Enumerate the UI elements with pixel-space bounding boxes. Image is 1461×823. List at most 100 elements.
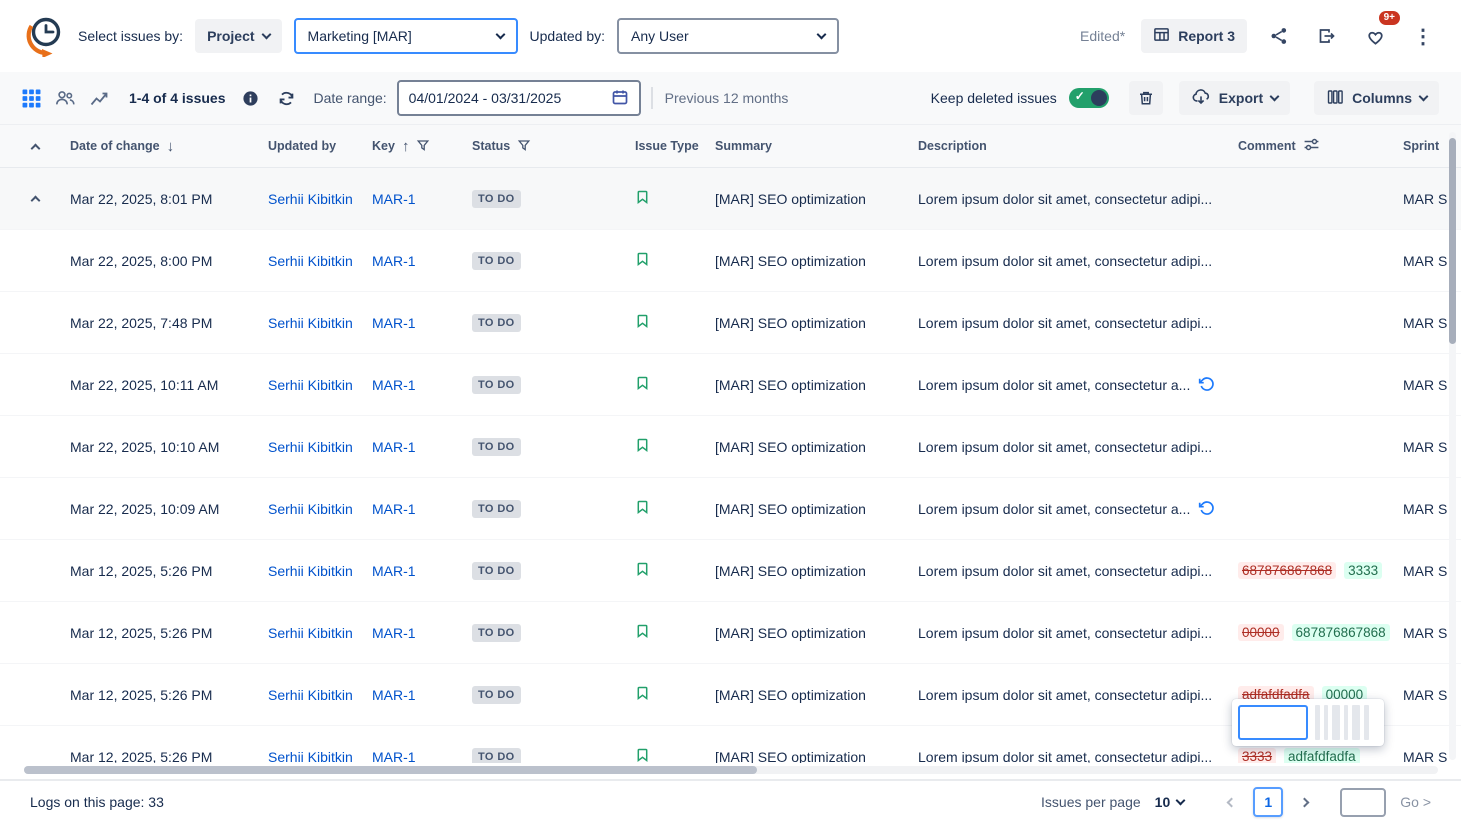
date-range-hint: Previous 12 months [651, 87, 789, 109]
drag-preview-bars [1315, 705, 1369, 740]
collapse-all-icon[interactable] [30, 143, 40, 151]
comment-added-text: 3333 [1344, 562, 1382, 579]
vertical-scrollbar-thumb[interactable] [1449, 138, 1456, 344]
updated-by-link[interactable]: Serhii Kibitkin [268, 315, 353, 331]
summary-text: [MAR] SEO optimization [715, 253, 918, 269]
table-row[interactable]: Mar 22, 2025, 7:48 PM Serhii Kibitkin MA… [0, 292, 1461, 354]
notification-badge: 9+ [1379, 11, 1400, 25]
more-menu-icon[interactable]: ⋮ [1407, 24, 1439, 49]
status-badge: TO DO [472, 376, 521, 394]
issue-key-link[interactable]: MAR-1 [372, 253, 416, 269]
date-range-input[interactable]: 04/01/2024 - 03/31/2025 [397, 80, 641, 116]
sort-desc-icon[interactable]: ↓ [167, 138, 175, 155]
date-range-label: Date range: [314, 90, 387, 106]
issue-key-link[interactable]: MAR-1 [372, 315, 416, 331]
updated-by-link[interactable]: Serhii Kibitkin [268, 377, 353, 393]
table-body: Mar 22, 2025, 8:01 PM Serhii Kibitkin MA… [0, 168, 1461, 763]
project-select[interactable]: Marketing [MAR] [294, 18, 518, 54]
issue-key-link[interactable]: MAR-1 [372, 749, 416, 764]
table-report-icon [1153, 26, 1170, 46]
chevron-down-icon [1419, 91, 1429, 101]
export-button[interactable]: Export [1179, 81, 1290, 115]
story-type-icon [635, 313, 650, 332]
chart-view-icon[interactable] [89, 88, 109, 108]
table-row[interactable]: Mar 22, 2025, 8:01 PM Serhii Kibitkin MA… [0, 168, 1461, 230]
logs-count-label: Logs on this page: 33 [30, 794, 164, 810]
issue-key-link[interactable]: MAR-1 [372, 501, 416, 517]
table-row[interactable]: Mar 22, 2025, 8:00 PM Serhii Kibitkin MA… [0, 230, 1461, 292]
sort-asc-icon[interactable]: ↑ [402, 138, 410, 155]
story-type-icon [635, 499, 650, 518]
share-icon[interactable] [1263, 20, 1295, 52]
columns-button[interactable]: Columns [1314, 81, 1439, 115]
issue-key-link[interactable]: MAR-1 [372, 191, 416, 207]
description-text: Lorem ipsum dolor sit amet, consectetur … [918, 315, 1212, 331]
summary-text: [MAR] SEO optimization [715, 377, 918, 393]
issue-key-link[interactable]: MAR-1 [372, 377, 416, 393]
table-row[interactable]: Mar 12, 2025, 5:26 PM Serhii Kibitkin MA… [0, 602, 1461, 664]
app-logo-icon [22, 13, 66, 60]
filter-funnel-icon[interactable] [416, 138, 430, 155]
export-report-icon[interactable] [1311, 20, 1343, 52]
vertical-scrollbar [1449, 132, 1456, 760]
restore-icon[interactable] [1198, 499, 1215, 519]
delete-button[interactable] [1129, 81, 1163, 115]
horizontal-scrollbar-thumb[interactable] [24, 766, 757, 774]
comment-added-text: adfafdfadfa [1284, 748, 1360, 763]
description-text: Lorem ipsum dolor sit amet, consectetur … [918, 501, 1190, 517]
table-row[interactable]: Mar 22, 2025, 10:11 AM Serhii Kibitkin M… [0, 354, 1461, 416]
keep-deleted-label: Keep deleted issues [931, 90, 1057, 106]
updated-by-link[interactable]: Serhii Kibitkin [268, 501, 353, 517]
refresh-icon[interactable] [277, 89, 296, 108]
comment-filter-settings-icon[interactable] [1303, 136, 1320, 156]
issue-key-link[interactable]: MAR-1 [372, 687, 416, 703]
column-issue-type: Issue Type [635, 139, 715, 153]
info-icon[interactable] [242, 90, 259, 107]
table-row[interactable]: Mar 12, 2025, 5:26 PM Serhii Kibitkin MA… [0, 540, 1461, 602]
table-row[interactable]: Mar 22, 2025, 10:10 AM Serhii Kibitkin M… [0, 416, 1461, 478]
keep-deleted-toggle[interactable]: ✓ [1069, 88, 1109, 108]
drag-preview-selected-box [1238, 705, 1308, 740]
prev-page-button[interactable] [1224, 795, 1239, 810]
collapse-row-icon[interactable] [30, 196, 40, 204]
current-page-button[interactable]: 1 [1253, 787, 1283, 817]
story-type-icon [635, 189, 650, 208]
next-page-button[interactable] [1297, 795, 1312, 810]
filter-funnel-icon[interactable] [517, 138, 531, 155]
description-text: Lorem ipsum dolor sit amet, consectetur … [918, 687, 1212, 703]
favorites-heart-icon[interactable]: 9+ [1359, 20, 1391, 52]
updated-by-link[interactable]: Serhii Kibitkin [268, 439, 353, 455]
description-text: Lorem ipsum dolor sit amet, consectetur … [918, 625, 1212, 641]
select-by-project-button[interactable]: Project [195, 19, 281, 53]
calendar-icon[interactable] [611, 88, 629, 109]
table-row[interactable]: Mar 22, 2025, 10:09 AM Serhii Kibitkin M… [0, 478, 1461, 540]
column-comment: Comment [1238, 136, 1403, 156]
updated-by-link[interactable]: Serhii Kibitkin [268, 749, 353, 764]
issue-key-link[interactable]: MAR-1 [372, 625, 416, 641]
issue-key-link[interactable]: MAR-1 [372, 439, 416, 455]
summary-text: [MAR] SEO optimization [715, 501, 918, 517]
change-date: Mar 22, 2025, 10:10 AM [70, 439, 268, 455]
go-to-page-button[interactable]: Go > [1400, 794, 1431, 810]
status-badge: TO DO [472, 252, 521, 270]
updated-by-link[interactable]: Serhii Kibitkin [268, 191, 353, 207]
updated-by-link[interactable]: Serhii Kibitkin [268, 253, 353, 269]
user-select[interactable]: Any User [617, 18, 839, 54]
users-view-icon[interactable] [55, 88, 75, 108]
summary-text: [MAR] SEO optimization [715, 749, 918, 764]
issue-key-link[interactable]: MAR-1 [372, 563, 416, 579]
restore-icon[interactable] [1198, 375, 1215, 395]
page-jump-input[interactable] [1340, 788, 1386, 817]
chevron-down-icon [1270, 91, 1280, 101]
chevron-down-icon [817, 29, 827, 39]
grid-view-icon[interactable] [22, 89, 41, 108]
comment-removed-text: 3333 [1238, 748, 1276, 763]
updated-by-link[interactable]: Serhii Kibitkin [268, 563, 353, 579]
updated-by-link[interactable]: Serhii Kibitkin [268, 687, 353, 703]
report-button[interactable]: Report 3 [1141, 19, 1247, 53]
column-status: Status [472, 138, 635, 155]
summary-text: [MAR] SEO optimization [715, 191, 918, 207]
page-size-select[interactable]: 10 [1155, 794, 1185, 810]
summary-text: [MAR] SEO optimization [715, 563, 918, 579]
updated-by-link[interactable]: Serhii Kibitkin [268, 625, 353, 641]
